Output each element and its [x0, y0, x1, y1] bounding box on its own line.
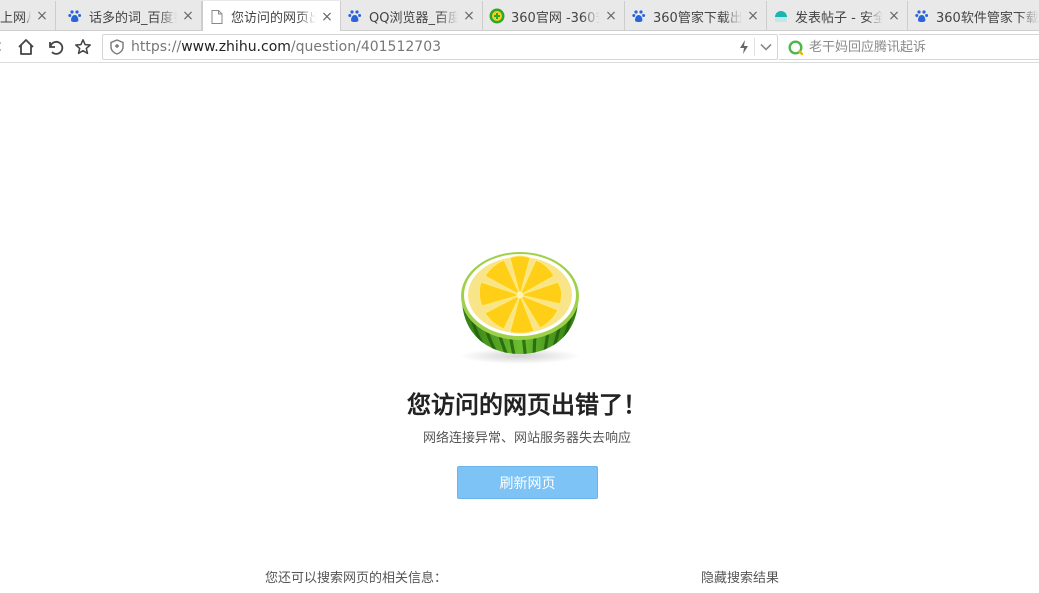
error-title: 您访问的网页出错了！: [407, 391, 647, 419]
close-icon[interactable]: ×: [181, 9, 195, 23]
tab-1[interactable]: 话多的词_百度搜 ×: [61, 1, 202, 31]
star-icon: [75, 39, 91, 55]
bookmark-button[interactable]: [72, 36, 94, 58]
refresh-button[interactable]: 刷新网页: [457, 466, 598, 499]
url-scheme: https://: [131, 39, 182, 55]
baidu-paw-icon: [67, 8, 83, 24]
tab-4[interactable]: 360官网 -360安全 ×: [483, 1, 625, 31]
address-bar[interactable]: https://www.zhihu.com/question/401512703: [102, 34, 778, 60]
home-button[interactable]: [15, 36, 37, 58]
error-subtitle: 网络连接异常、网站服务器失去响应: [422, 431, 631, 446]
tab-title: 您访问的网页出错: [231, 11, 316, 26]
tab-title: 话多的词_百度搜: [89, 10, 177, 26]
shield-icon[interactable]: [109, 39, 125, 55]
baidu-paw-icon: [914, 8, 930, 24]
tab-title: QQ浏览器_百度搜: [369, 10, 458, 26]
tab-3[interactable]: QQ浏览器_百度搜 ×: [341, 1, 483, 31]
close-icon[interactable]: ×: [462, 9, 476, 23]
lightning-icon[interactable]: [737, 39, 751, 55]
tab-2-active[interactable]: 您访问的网页出错 ×: [202, 1, 341, 32]
tab-title: 发表帖子 - 安全: [795, 10, 883, 26]
chevron-down-icon[interactable]: [759, 40, 773, 54]
close-icon[interactable]: ×: [320, 10, 334, 24]
tab-5[interactable]: 360管家下载出错 ×: [625, 1, 767, 31]
close-icon[interactable]: ×: [746, 9, 760, 23]
search-input[interactable]: 老干妈回应腾讯起诉: [809, 39, 926, 56]
home-icon: [18, 39, 34, 55]
url-path: /question/401512703: [290, 39, 442, 55]
baidu-paw-icon: [631, 8, 647, 24]
tab-title: 上网从: [0, 10, 31, 26]
url-text[interactable]: https://www.zhihu.com/question/401512703: [131, 39, 441, 56]
undo-arrow-icon: [49, 40, 64, 55]
baidu-paw-icon: [347, 8, 363, 24]
tab-6[interactable]: 发表帖子 - 安全 ×: [767, 1, 908, 31]
close-icon[interactable]: ×: [604, 9, 618, 23]
tab-7[interactable]: 360软件管家下载: [908, 1, 1039, 31]
blank-page-icon: [209, 9, 225, 25]
related-search-label: 您还可以搜索网页的相关信息：: [265, 571, 448, 586]
hide-results-link[interactable]: 隐藏搜索结果: [701, 567, 779, 586]
tab-title: 360软件管家下载: [936, 10, 1039, 26]
tab-strip: 上网从 × 话多的词_百度搜 × 您访问的网页出错 × QQ浏览器_百度搜 × …: [0, 0, 1039, 32]
search-box[interactable]: 老干妈回应腾讯起诉: [779, 34, 1039, 60]
close-icon[interactable]: ×: [35, 9, 49, 23]
close-icon[interactable]: ×: [887, 9, 901, 23]
tab-title: 360官网 -360安全: [511, 10, 600, 26]
tab-title: 360管家下载出错: [653, 10, 742, 26]
search-engine-icon[interactable]: [788, 40, 804, 56]
360-bbs-icon: [773, 8, 789, 24]
navigation-bar: https://www.zhihu.com/question/401512703…: [0, 31, 1039, 63]
menu-dot-icon[interactable]: [0, 36, 6, 58]
lemon-melon-illustration: [460, 252, 580, 364]
360-logo-icon: [489, 8, 505, 24]
back-button[interactable]: [44, 36, 66, 58]
tab-0[interactable]: 上网从 ×: [0, 1, 56, 31]
address-divider: [754, 38, 755, 56]
url-domain: www.zhihu.com: [181, 39, 291, 55]
